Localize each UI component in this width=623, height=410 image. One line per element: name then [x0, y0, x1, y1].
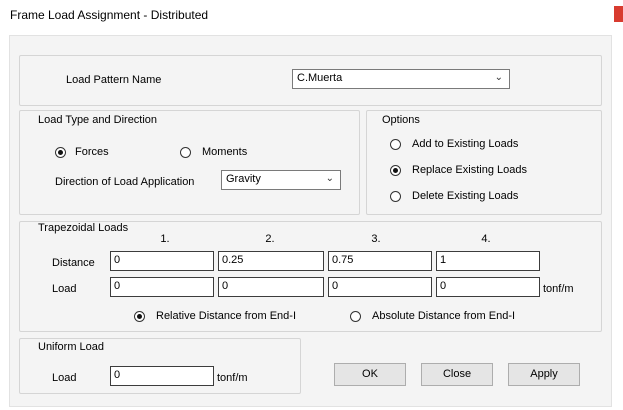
column-header-4: 4.: [481, 233, 491, 245]
apply-button[interactable]: Apply: [508, 363, 580, 386]
uniform-load-unit: tonf/m: [217, 372, 248, 384]
delete-existing-label: Delete Existing Loads: [412, 190, 519, 202]
close-button[interactable]: Close: [421, 363, 493, 386]
absolute-distance-radio[interactable]: [350, 311, 361, 322]
distance-input-3[interactable]: 0.75: [328, 251, 432, 271]
forces-radio[interactable]: [55, 147, 66, 158]
delete-existing-radio[interactable]: [390, 191, 401, 202]
relative-distance-radio[interactable]: [134, 311, 145, 322]
chevron-down-icon: ⌄: [494, 72, 503, 83]
direction-label: Direction of Load Application: [55, 176, 195, 188]
direction-value: Gravity: [226, 173, 261, 185]
distance-input-1[interactable]: 0: [110, 251, 214, 271]
load-pattern-label: Load Pattern Name: [66, 74, 162, 86]
load-input-2[interactable]: 0: [218, 277, 324, 297]
add-existing-radio[interactable]: [390, 139, 401, 150]
window-title: Frame Load Assignment - Distributed: [10, 8, 209, 22]
forces-label: Forces: [75, 146, 109, 158]
options-title: Options: [382, 114, 420, 126]
trapezoidal-title: Trapezoidal Loads: [38, 222, 129, 234]
column-header-1: 1.: [160, 233, 170, 245]
column-header-2: 2.: [265, 233, 275, 245]
replace-existing-label: Replace Existing Loads: [412, 164, 527, 176]
moments-label: Moments: [202, 146, 248, 158]
column-header-3: 3.: [371, 233, 381, 245]
trapezoidal-unit: tonf/m: [543, 283, 574, 295]
direction-select[interactable]: Gravity ⌄: [221, 170, 341, 190]
ok-button[interactable]: OK: [334, 363, 406, 386]
uniform-load-label: Load: [52, 372, 77, 384]
moments-radio[interactable]: [180, 147, 191, 158]
load-input-4[interactable]: 0: [436, 277, 540, 297]
distance-input-4[interactable]: 1: [436, 251, 540, 271]
close-icon[interactable]: [614, 6, 623, 22]
chevron-down-icon: ⌄: [325, 173, 334, 184]
load-input-3[interactable]: 0: [328, 277, 432, 297]
distance-label: Distance: [52, 257, 95, 269]
absolute-distance-label: Absolute Distance from End-I: [372, 310, 516, 322]
distance-input-2[interactable]: 0.25: [218, 251, 324, 271]
load-pattern-value: C.Muerta: [297, 72, 343, 84]
load-pattern-select[interactable]: C.Muerta ⌄: [292, 69, 510, 89]
load-type-title: Load Type and Direction: [38, 114, 158, 126]
uniform-load-input[interactable]: 0: [110, 366, 214, 386]
relative-distance-label: Relative Distance from End-I: [156, 310, 296, 322]
replace-existing-radio[interactable]: [390, 165, 401, 176]
load-row-label: Load: [52, 283, 77, 295]
uniform-load-title: Uniform Load: [38, 341, 105, 353]
add-existing-label: Add to Existing Loads: [412, 138, 519, 150]
load-input-1[interactable]: 0: [110, 277, 214, 297]
